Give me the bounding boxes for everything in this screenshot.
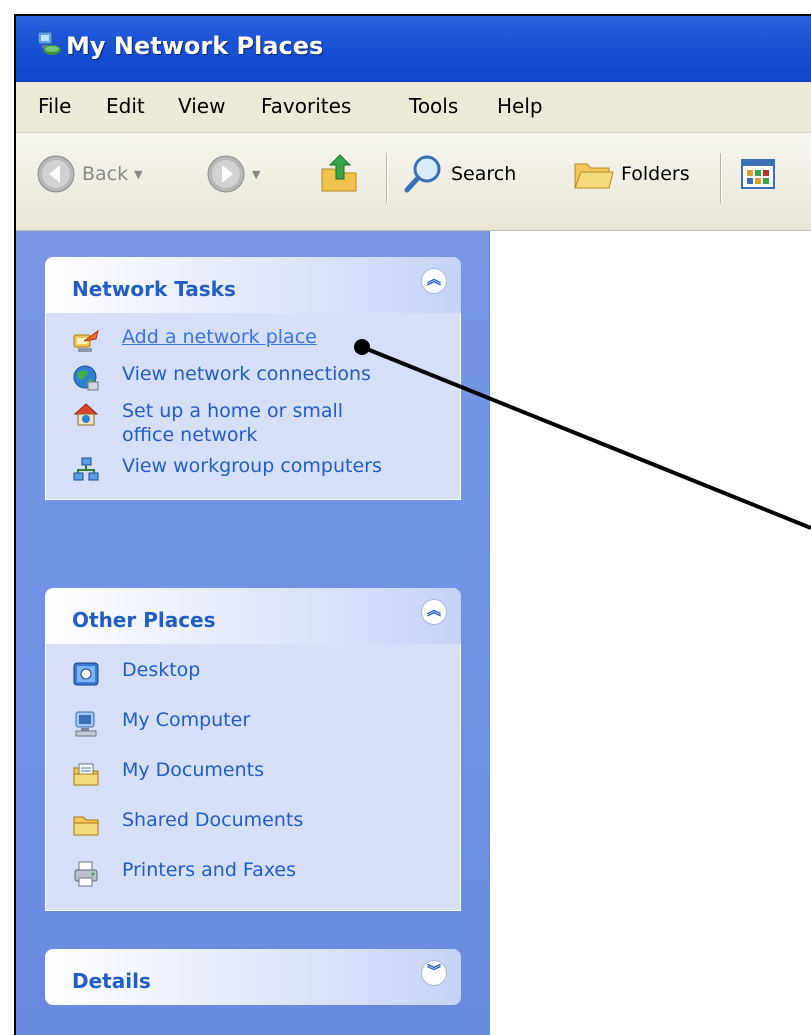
menu-favorites[interactable]: Favorites — [261, 94, 351, 118]
my-documents-icon — [73, 763, 99, 786]
home-network-icon — [73, 403, 99, 426]
setup-home-network-link[interactable]: Set up a home or small office network — [46, 399, 460, 447]
details-header[interactable]: Details ︾ — [45, 949, 461, 1005]
file-list-area[interactable] — [490, 231, 811, 1035]
desktop-icon — [73, 662, 99, 686]
task-pane: Network Tasks ︽ Add a network place View… — [16, 231, 490, 1035]
menu-view[interactable]: View — [178, 94, 225, 118]
printers-faxes-icon — [74, 861, 98, 887]
collapse-chevron-icon[interactable]: ︽ — [421, 599, 447, 625]
expand-chevron-icon[interactable]: ︾ — [421, 960, 447, 986]
link-label: Set up a home or small office network — [122, 400, 344, 446]
menu-help[interactable]: Help — [497, 94, 543, 118]
details-panel: Details ︾ — [45, 949, 461, 1005]
back-button[interactable]: Back ▼ — [36, 149, 143, 199]
other-places-title: Other Places — [72, 608, 216, 632]
add-network-place-icon — [73, 329, 99, 352]
desktop-link[interactable]: Desktop — [46, 658, 460, 688]
link-label: My Documents — [122, 759, 265, 781]
toolbar-separator — [386, 153, 388, 203]
explorer-window: My Network Places File Edit View Favorit… — [14, 14, 811, 1035]
link-label: Desktop — [122, 659, 201, 681]
shared-documents-link[interactable]: Shared Documents — [46, 808, 460, 838]
folders-button[interactable]: Folders — [571, 149, 690, 199]
forward-dropdown-icon[interactable]: ▼ — [252, 168, 260, 181]
search-label: Search — [451, 163, 517, 185]
back-arrow-icon — [37, 155, 75, 193]
other-places-panel: Other Places ︽ Desktop My Computer My Do… — [45, 588, 461, 911]
network-tasks-title: Network Tasks — [72, 277, 236, 301]
up-folder-button[interactable] — [316, 149, 362, 199]
link-label: View workgroup computers — [122, 455, 382, 477]
search-button[interactable]: Search — [401, 149, 516, 199]
network-places-icon — [37, 31, 61, 55]
link-label: Add a network place — [122, 326, 317, 348]
back-dropdown-icon[interactable]: ▼ — [134, 168, 142, 181]
menu-file[interactable]: File — [38, 94, 71, 118]
folders-icon — [574, 163, 614, 189]
collapse-chevron-icon[interactable]: ︽ — [421, 268, 447, 294]
window-title: My Network Places — [66, 32, 324, 60]
view-workgroup-computers-link[interactable]: View workgroup computers — [46, 454, 460, 484]
my-documents-link[interactable]: My Documents — [46, 758, 460, 788]
link-label: My Computer — [122, 709, 251, 731]
details-title: Details — [72, 969, 151, 993]
up-folder-icon — [321, 154, 357, 192]
menu-tools[interactable]: Tools — [409, 94, 458, 118]
link-label: View network connections — [122, 363, 371, 385]
forward-button[interactable]: ▼ — [206, 149, 260, 199]
folders-label: Folders — [621, 163, 690, 185]
search-icon — [404, 155, 441, 193]
shared-documents-icon — [73, 816, 99, 836]
views-button[interactable] — [738, 149, 782, 199]
add-network-place-link[interactable]: Add a network place — [46, 325, 460, 355]
view-network-connections-link[interactable]: View network connections — [46, 362, 460, 392]
link-label: Shared Documents — [122, 809, 304, 831]
printers-faxes-link[interactable]: Printers and Faxes — [46, 858, 460, 888]
other-places-header[interactable]: Other Places ︽ — [45, 588, 461, 644]
network-tasks-panel: Network Tasks ︽ Add a network place View… — [45, 257, 461, 500]
workgroup-icon — [73, 457, 99, 481]
link-label: Printers and Faxes — [122, 859, 297, 881]
network-tasks-header[interactable]: Network Tasks ︽ — [45, 257, 461, 313]
network-connections-icon — [73, 365, 99, 391]
toolbar: Back ▼ ▼ Search Folders — [16, 133, 811, 231]
views-icon — [741, 159, 775, 189]
my-computer-link[interactable]: My Computer — [46, 708, 460, 738]
menu-edit[interactable]: Edit — [106, 94, 145, 118]
forward-arrow-icon — [207, 155, 245, 193]
my-computer-icon — [75, 711, 97, 737]
menu-bar: File Edit View Favorites Tools Help — [16, 82, 811, 133]
toolbar-separator — [720, 153, 722, 203]
back-label: Back — [82, 163, 129, 185]
title-bar[interactable]: My Network Places — [16, 16, 811, 82]
